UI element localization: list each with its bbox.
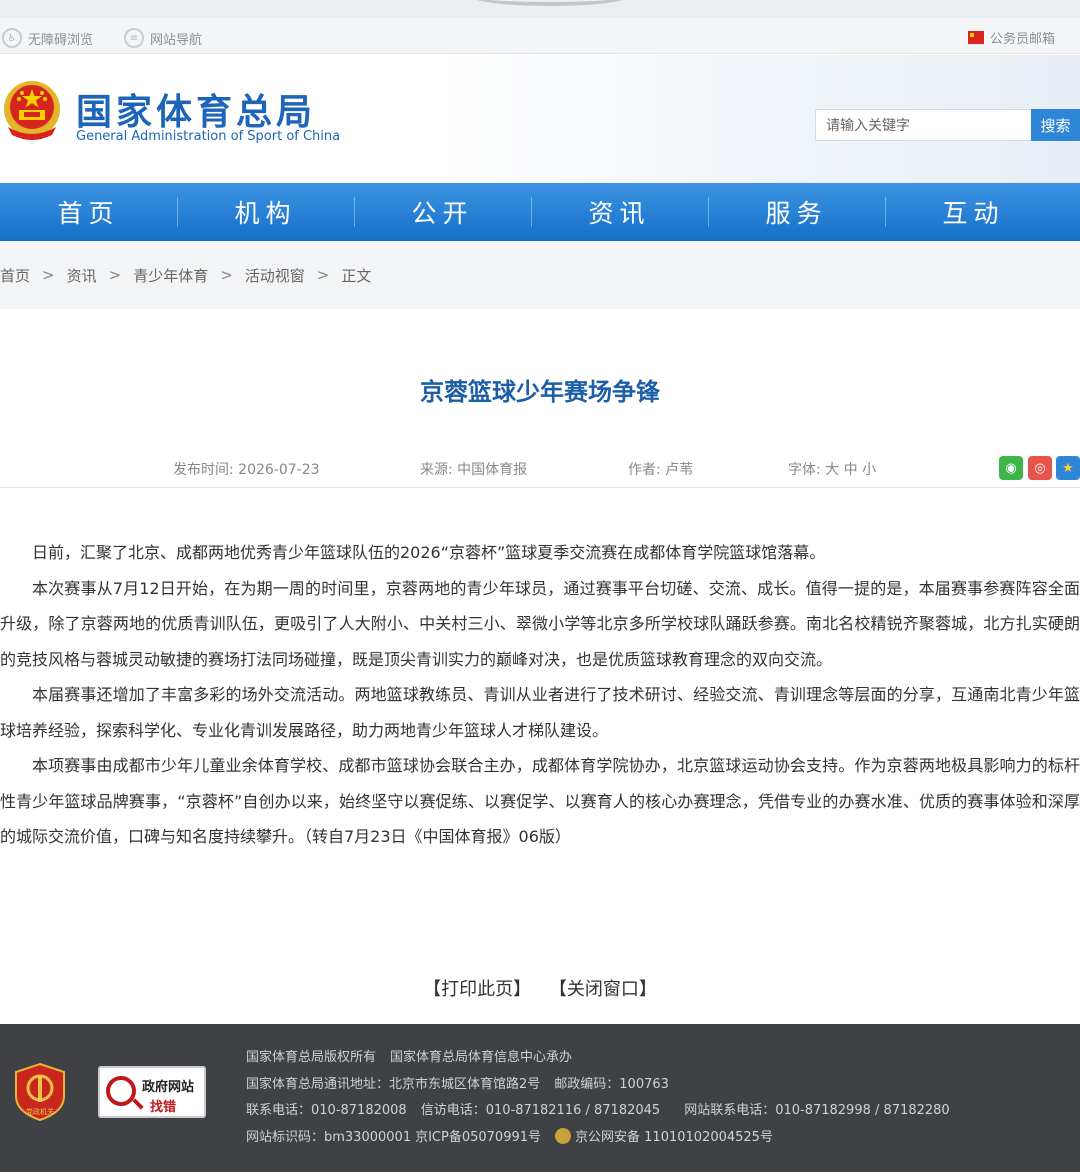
site-nav-label: 网站导航 (150, 32, 203, 48)
source-label: 来源: (420, 462, 453, 478)
author-label: 作者: (628, 462, 661, 478)
utility-bar: ♿ 无障碍浏览 ≡ 网站导航 公务员邮箱 (0, 18, 1080, 54)
icp-link[interactable]: 京ICP备05070991号 (415, 1126, 541, 1153)
staff-mail-link[interactable]: 公务员邮箱 (968, 28, 1055, 47)
font-large-button[interactable]: 大 (825, 462, 839, 478)
site-header: 国家体育总局 General Administration of Sport o… (0, 55, 1080, 183)
badge-text: 党政机关 (26, 1107, 54, 1116)
meta-divider (0, 487, 1080, 488)
font-small-button[interactable]: 小 (862, 462, 876, 478)
publish-info: 发布时间: 2026-07-23 (173, 459, 320, 479)
source-value: 中国体育报 (457, 462, 528, 478)
party-gov-badge-icon[interactable]: 党政机关 (14, 1062, 66, 1122)
breadcrumb-separator: > (220, 266, 233, 284)
flag-icon (968, 31, 984, 44)
article-title: 京蓉篮球少年赛场争锋 (420, 378, 660, 406)
nav-organization[interactable]: 机构 (177, 183, 354, 241)
article-meta: 发布时间: 2026-07-23 来源: 中国体育报 作者: 卢苇 字体: 大 … (0, 450, 1080, 486)
breadcrumb-activities[interactable]: 活动视窗 (245, 265, 305, 286)
font-label: 字体: (788, 462, 821, 478)
phone-text: 联系电话：010-87182008 (246, 1103, 407, 1118)
nav-news[interactable]: 资讯 (531, 183, 708, 241)
nav-interaction[interactable]: 互动 (885, 183, 1062, 241)
wechat-share-icon[interactable]: ◉ (999, 456, 1023, 480)
breadcrumb: 首页 > 资讯 > 青少年体育 > 活动视窗 > 正文 (0, 241, 1080, 309)
source-info: 来源: 中国体育报 (420, 459, 527, 479)
main-nav: 首页 机构 公开 资讯 服务 互动 (0, 183, 1080, 241)
article-paragraph: 本项赛事由成都市少年儿童业余体育学校、成都市篮球协会联合主办，成都体育学院协办，… (0, 756, 1080, 846)
print-button[interactable]: 【打印此页】 (423, 979, 531, 1000)
footer-line: 国家体育总局通讯地址：北京市东城区体育馆路2号 邮政编码：100763 (246, 1073, 1066, 1100)
article-paragraph: 本次赛事从7月12日开始，在为期一周的时间里，京蓉两地的青少年球员，通过赛事平台… (0, 578, 1080, 669)
qzone-share-icon[interactable]: ★ (1056, 456, 1080, 480)
accessible-link[interactable]: ♿ 无障碍浏览 (2, 28, 93, 48)
site-phone-text: 网站联系电话：010-87182998 / 87182280 (684, 1103, 950, 1118)
nav-public[interactable]: 公开 (354, 183, 531, 241)
site-nav-link[interactable]: ≡ 网站导航 (124, 28, 202, 48)
accessibility-icon: ♿ (2, 28, 22, 48)
article-paragraph: 日前，汇聚了北京、成都两地优秀青少年篮球队伍的2026“京蓉杯”篮球夏季交流赛在… (32, 543, 826, 562)
close-window-button[interactable]: 【关闭窗口】 (549, 979, 657, 1000)
weibo-share-icon[interactable]: ◎ (1028, 456, 1052, 480)
font-size-controls: 字体: 大 中 小 (788, 459, 876, 479)
publish-date: 2026-07-23 (238, 462, 320, 478)
search-input[interactable] (815, 109, 1031, 141)
magnifier-icon (106, 1076, 136, 1106)
postcode-text: 邮政编码：100763 (554, 1076, 669, 1092)
gov-find-error-label: 找错 (150, 1100, 177, 1115)
nav-home[interactable]: 首页 (0, 183, 177, 241)
accessible-label: 无障碍浏览 (28, 32, 94, 48)
gov-find-label: 政府网站 (142, 1080, 195, 1095)
breadcrumb-separator: > (316, 266, 330, 284)
footer-info: 国家体育总局版权所有 国家体育总局体育信息中心承办 国家体育总局通讯地址：北京市… (246, 1046, 1066, 1152)
undertaker-text: 国家体育总局体育信息中心承办 (390, 1050, 573, 1065)
publish-label: 发布时间: (173, 462, 234, 478)
police-badge-icon (555, 1127, 572, 1144)
breadcrumb-news[interactable]: 资讯 (67, 265, 97, 286)
font-medium-button[interactable]: 中 (844, 462, 858, 478)
site-nav-icon: ≡ (124, 28, 144, 48)
nav-services[interactable]: 服务 (708, 183, 885, 241)
gov-find-error-link[interactable]: 政府网站 找错 (98, 1066, 206, 1118)
police-record[interactable]: 京公网安备 11010102004525号 (555, 1126, 773, 1153)
site-id-text: 网站标识码：bm33000001 (246, 1129, 412, 1145)
article-paragraph: 本届赛事还增加了丰富多彩的场外交流活动。两地篮球教练员、青训从业者进行了技术研讨… (0, 685, 1080, 740)
site-footer: 党政机关 政府网站 找错 国家体育总局版权所有 国家体育总局体育信息中心承办 国… (0, 1024, 1080, 1172)
address-text: 国家体育总局通讯地址：北京市东城区体育馆路2号 (246, 1076, 541, 1092)
search-button[interactable]: 搜索 (1031, 109, 1080, 141)
footer-line: 网站标识码：bm33000001 京ICP备05070991号 京公网安备 11… (246, 1126, 1066, 1153)
article-actions: 【打印此页】 【关闭窗口】 (0, 975, 1080, 1001)
breadcrumb-youth-sports[interactable]: 青少年体育 (133, 265, 208, 286)
footer-line: 国家体育总局版权所有 国家体育总局体育信息中心承办 (246, 1046, 1066, 1073)
national-emblem-icon[interactable] (2, 79, 62, 141)
search-box: 搜索 (815, 109, 1080, 141)
staff-mail-label: 公务员邮箱 (990, 32, 1056, 47)
article-body: 日前，汇聚了北京、成都两地优秀青少年篮球队伍的2026“京蓉杯”篮球夏季交流赛在… (0, 535, 1080, 855)
footer-line: 联系电话：010-87182008 信访电话：010-87182116 / 87… (246, 1099, 1066, 1126)
breadcrumb-separator: > (108, 266, 122, 284)
top-decoration (470, 0, 630, 6)
site-title-en: General Administration of Sport of China (76, 129, 341, 144)
breadcrumb-current: 正文 (341, 266, 372, 285)
author-value: 卢苇 (665, 462, 694, 478)
police-record-text: 京公网安备 11010102004525号 (575, 1129, 773, 1145)
site-title: 国家体育总局 (76, 92, 317, 133)
author-info: 作者: 卢苇 (628, 459, 693, 479)
top-band (0, 0, 1080, 18)
breadcrumb-home[interactable]: 首页 (0, 265, 30, 286)
breadcrumb-separator: > (42, 266, 55, 284)
letters-phone-text: 信访电话：010-87182116 / 87182045 (420, 1103, 661, 1118)
copyright-text: 国家体育总局版权所有 (246, 1050, 377, 1065)
